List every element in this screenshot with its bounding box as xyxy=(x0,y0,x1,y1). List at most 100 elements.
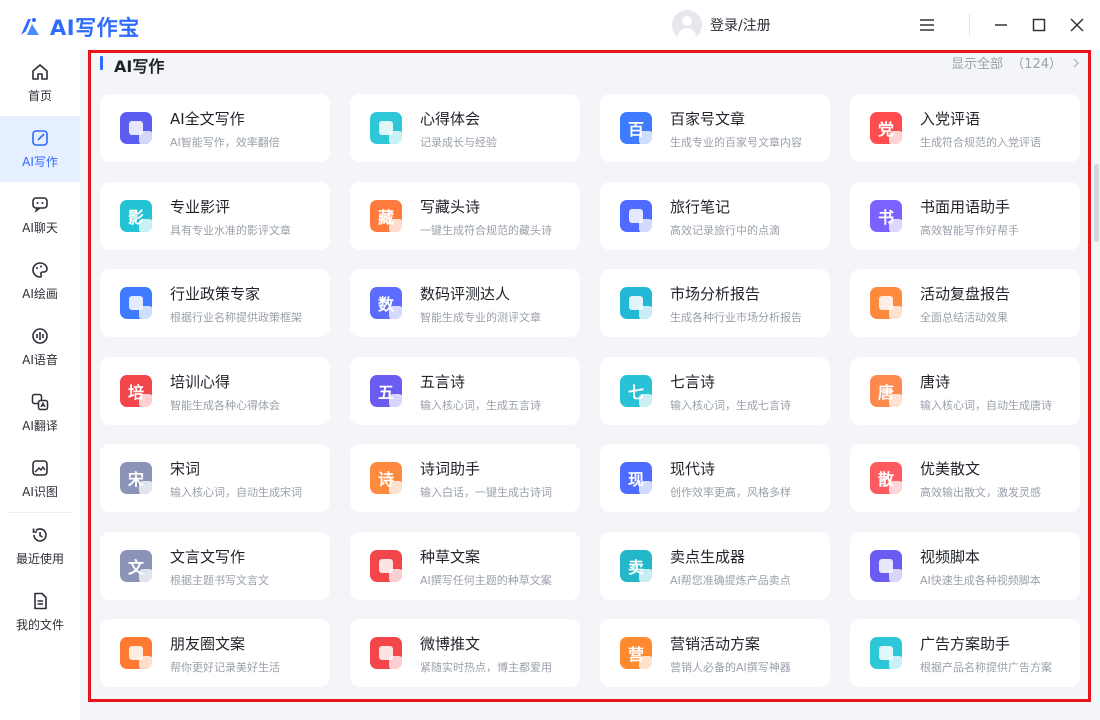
sidebar-item-home[interactable]: 首页 xyxy=(0,50,80,116)
tool-icon xyxy=(620,199,652,232)
app-logo[interactable]: AI写作宝 xyxy=(18,12,140,42)
tool-icon-badge xyxy=(639,656,652,669)
tool-card[interactable]: 诗诗词助手 输入白话，一键生成古诗词 xyxy=(350,444,580,512)
translate-icon xyxy=(31,393,49,411)
tool-icon-badge xyxy=(639,306,652,319)
tool-icon xyxy=(870,287,902,319)
tool-icon-badge xyxy=(139,568,152,582)
tool-title: 旅行笔记 xyxy=(670,197,731,216)
tool-icon: 散 xyxy=(870,462,902,494)
menu-icon xyxy=(920,19,934,31)
history-icon xyxy=(32,528,47,542)
maximize-button[interactable] xyxy=(1026,12,1052,38)
tool-card[interactable]: 广告方案助手 根据产品名称提供广告方案 xyxy=(850,619,1080,687)
login-label: 登录/注册 xyxy=(710,18,771,34)
tool-icon-badge xyxy=(889,131,902,144)
tool-title: 文言文写作 xyxy=(170,547,246,566)
tool-title: 广告方案助手 xyxy=(920,635,1011,653)
tool-card[interactable]: 唐唐诗 输入核心词，自动生成唐诗 xyxy=(850,356,1080,425)
tool-card[interactable]: 朋友圈文案 帮你更好记录美好生活 xyxy=(100,619,330,687)
tool-card[interactable]: AI全文写作 AI智能写作，效率翻倍 xyxy=(100,94,330,162)
tool-card[interactable]: 卖卖点生成器 AI帮您准确提炼产品卖点 xyxy=(600,531,830,600)
palette-icon xyxy=(32,262,48,278)
sidebar-item-ai-recognize[interactable]: AI识图 xyxy=(0,446,80,512)
tool-card[interactable]: 行业政策专家 根据行业名称提供政策框架 xyxy=(100,269,330,337)
tool-icon-badge xyxy=(389,656,402,669)
sidebar-item-label: 最近使用 xyxy=(15,552,64,566)
tool-card[interactable]: 百百家号文章 生成专业的百家号文章内容 xyxy=(600,94,830,162)
title-bar: AI写作宝 登录/注册 xyxy=(0,0,1100,50)
scrollbar-thumb[interactable] xyxy=(1094,164,1099,242)
tool-card[interactable]: 旅行笔记 高效记录旅行中的点滴 xyxy=(600,181,830,250)
tool-description: 高效输出散文，激发灵感 xyxy=(920,486,1041,499)
tool-title: 数码评测达人 xyxy=(420,285,511,303)
tool-card[interactable]: 藏写藏头诗 一键生成符合规范的藏头诗 xyxy=(350,181,580,250)
tool-title: 七言诗 xyxy=(670,372,716,391)
tool-description: 生成符合规范的入党评语 xyxy=(920,136,1041,149)
tool-icon-badge xyxy=(389,218,402,232)
sidebar-item-ai-chat[interactable]: AI聊天 xyxy=(0,182,80,248)
tool-title: 营销活动方案 xyxy=(670,635,761,653)
tool-title: 五言诗 xyxy=(420,372,466,391)
tool-card[interactable]: 微博推文 紧随实时热点，博主都爱用 xyxy=(350,619,580,687)
tool-card[interactable]: 培培训心得 智能生成各种心得体会 xyxy=(100,356,330,425)
tool-card[interactable]: 市场分析报告 生成各种行业市场分析报告 xyxy=(600,269,830,337)
tool-card[interactable]: 数数码评测达人 智能生成专业的测评文章 xyxy=(350,269,580,337)
sidebar-item-ai-voice[interactable]: AI语音 xyxy=(0,314,80,380)
tool-icon xyxy=(370,637,402,669)
tool-card[interactable]: 视频脚本 AI快速生成各种视频脚本 xyxy=(850,531,1080,600)
tool-description: 记录成长与经验 xyxy=(420,136,497,149)
tool-icon: 影 xyxy=(120,199,152,232)
tool-title: 种草文案 xyxy=(420,547,481,566)
tool-card[interactable]: 散优美散文 高效输出散文，激发灵感 xyxy=(850,444,1080,512)
section-header: AI写作 显示全部 （124） xyxy=(100,52,1080,76)
tool-icon-badge xyxy=(139,218,152,232)
sidebar-item-label: 我的文件 xyxy=(15,618,64,632)
tool-icon-badge xyxy=(889,568,902,582)
tool-description: 高效智能写作好帮手 xyxy=(920,223,1019,237)
sidebar-item-ai-translate[interactable]: AI翻译 xyxy=(0,380,80,446)
tool-icon-badge xyxy=(639,131,652,144)
sidebar-item-ai-painting[interactable]: AI绘画 xyxy=(0,248,80,314)
tool-description: 根据主题书写文言文 xyxy=(170,573,269,587)
tool-icon xyxy=(370,112,402,144)
tool-icon-badge xyxy=(639,393,652,407)
sidebar-item-label: AI翻译 xyxy=(22,419,58,433)
tool-description: AI快速生成各种视频脚本 xyxy=(920,573,1041,587)
tool-card[interactable]: 五五言诗 输入核心词，生成五言诗 xyxy=(350,356,580,425)
tool-card[interactable]: 心得体会 记录成长与经验 xyxy=(350,94,580,162)
tool-card[interactable]: 种草文案 AI撰写任何主题的种草文案 xyxy=(350,531,580,600)
close-button[interactable] xyxy=(1064,12,1090,38)
tool-card[interactable]: 营营销活动方案 营销人必备的AI撰写神器 xyxy=(600,619,830,687)
tool-icon-badge xyxy=(639,218,652,232)
tool-card[interactable]: 宋宋词 输入核心词，自动生成宋词 xyxy=(100,444,330,512)
sidebar: 首页 AI写作 AI聊天 AI绘画 AI语音 AI翻译 AI识图 最近使用 我的… xyxy=(0,50,80,720)
login-button[interactable]: 登录/注册 xyxy=(672,10,771,40)
show-all-label: 显示全部 xyxy=(951,57,1004,72)
tool-description: AI智能写作，效率翻倍 xyxy=(170,136,280,149)
minimize-button[interactable] xyxy=(988,12,1014,38)
tool-card[interactable]: 党入党评语 生成符合规范的入党评语 xyxy=(850,94,1080,162)
tool-card[interactable]: 文文言文写作 根据主题书写文言文 xyxy=(100,531,330,600)
tool-description: 智能生成专业的测评文章 xyxy=(420,311,541,324)
tool-description: 紧随实时热点，博主都爱用 xyxy=(420,661,552,674)
tool-description: 创作效率更高，风格多样 xyxy=(670,486,791,499)
tool-card[interactable]: 活动复盘报告 全面总结活动效果 xyxy=(850,269,1080,337)
tool-card[interactable]: 书书面用语助手 高效智能写作好帮手 xyxy=(850,181,1080,250)
sidebar-item-ai-writing[interactable]: AI写作 xyxy=(0,116,80,182)
tool-title: 诗词助手 xyxy=(420,460,481,478)
tool-card[interactable]: 现现代诗 创作效率更高，风格多样 xyxy=(600,444,830,512)
tool-icon xyxy=(870,549,902,582)
sidebar-item-recent[interactable]: 最近使用 xyxy=(0,513,80,579)
tool-icon-badge xyxy=(389,306,402,319)
tool-description: 输入核心词，自动生成唐诗 xyxy=(920,398,1052,412)
tool-card[interactable]: 影专业影评 具有专业水准的影评文章 xyxy=(100,181,330,250)
show-all-link[interactable]: 显示全部 （124） xyxy=(951,53,1080,72)
menu-button[interactable] xyxy=(914,12,940,38)
tool-icon-badge xyxy=(389,481,402,494)
tool-icon: 宋 xyxy=(120,462,152,494)
tool-description: 营销人必备的AI撰写神器 xyxy=(670,661,791,674)
tool-description: 智能生成各种心得体会 xyxy=(170,398,280,412)
tool-card[interactable]: 七七言诗 输入核心词，生成七言诗 xyxy=(600,356,830,425)
sidebar-item-my-files[interactable]: 我的文件 xyxy=(0,579,80,645)
